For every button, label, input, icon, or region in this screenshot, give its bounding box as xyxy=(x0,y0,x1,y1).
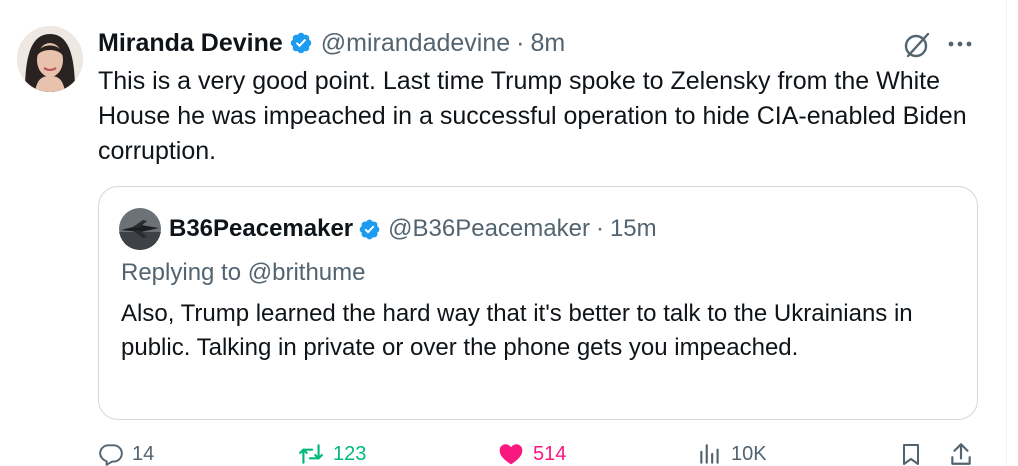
author-name[interactable]: Miranda Devine xyxy=(98,29,283,58)
quoted-text: Also, Trump learned the hard way that it… xyxy=(121,300,913,361)
share-button[interactable] xyxy=(948,441,974,466)
share-icon xyxy=(951,443,971,465)
reply-icon xyxy=(99,444,123,466)
repost-count: 123 xyxy=(333,442,367,465)
aircraft-photo xyxy=(119,208,161,250)
verified-badge-icon xyxy=(289,31,313,55)
author-handle[interactable]: @mirandadevine xyxy=(321,29,510,58)
replying-to-label: Replying to xyxy=(121,259,242,286)
avatar[interactable] xyxy=(17,26,83,92)
tweet-timestamp[interactable]: 8m xyxy=(530,29,565,58)
more-icon[interactable] xyxy=(946,32,974,61)
heart-icon xyxy=(499,444,523,465)
replying-to-mention[interactable]: @brithume xyxy=(248,259,366,286)
quoted-header: B36Peacemaker @B36Peacemaker · 15m xyxy=(169,214,657,244)
verified-badge-icon xyxy=(358,218,381,241)
quoted-tweet[interactable]: B36Peacemaker @B36Peacemaker · 15m Reply… xyxy=(98,186,978,420)
tweet-header: Miranda Devine @mirandadevine · 8m xyxy=(98,27,565,59)
separator-dot: · xyxy=(595,215,604,242)
quoted-author-name[interactable]: B36Peacemaker xyxy=(169,215,353,243)
grok-icon[interactable] xyxy=(902,30,932,65)
bookmark-icon xyxy=(903,444,919,465)
like-count: 514 xyxy=(533,442,567,465)
reply-count: 14 xyxy=(132,442,155,465)
repost-icon xyxy=(299,444,323,464)
bookmark-button[interactable] xyxy=(899,441,923,466)
separator-dot: · xyxy=(516,28,525,57)
replying-to: Replying to @brithume xyxy=(121,259,366,287)
action-bar: 14 123 514 10K xyxy=(98,441,998,466)
quoted-avatar[interactable] xyxy=(119,208,161,250)
reply-button[interactable]: 14 xyxy=(98,441,154,466)
views-icon xyxy=(700,444,719,464)
author-photo xyxy=(17,26,83,92)
column-border xyxy=(1006,0,1007,466)
repost-button[interactable]: 123 xyxy=(297,441,366,466)
like-button[interactable]: 514 xyxy=(497,441,566,466)
views-count: 10K xyxy=(731,442,767,465)
quoted-timestamp[interactable]: 15m xyxy=(610,215,657,243)
views-button[interactable]: 10K xyxy=(697,441,767,466)
tweet-text: This is a very good point. Last time Tru… xyxy=(98,67,967,165)
quoted-author-handle[interactable]: @B36Peacemaker xyxy=(388,215,590,243)
